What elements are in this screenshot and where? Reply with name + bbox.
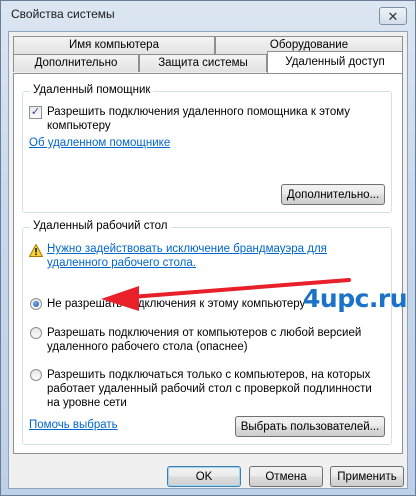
apply-button[interactable]: Применить xyxy=(330,466,404,487)
close-icon: ✕ xyxy=(387,8,399,24)
dialog-client-area: Имя компьютера Оборудование Дополнительн… xyxy=(8,31,408,489)
help-me-choose-link[interactable]: Помочь выбрать xyxy=(29,418,118,432)
radio-deny-connections[interactable] xyxy=(30,298,42,310)
annotation-arrow-icon xyxy=(101,278,351,311)
group-title-remote-assistance: Удаленный помощник xyxy=(30,84,154,96)
ok-button[interactable]: OK xyxy=(167,466,241,487)
system-properties-window: Свойства системы ✕ Имя компьютера Оборуд… xyxy=(0,0,416,496)
group-title-remote-desktop: Удаленный рабочий стол xyxy=(30,220,171,232)
cancel-button[interactable]: Отмена xyxy=(249,466,323,487)
close-button[interactable]: ✕ xyxy=(379,7,407,25)
tab-computer-name[interactable]: Имя компьютера xyxy=(13,36,215,54)
warning-icon xyxy=(29,244,43,257)
radio-allow-any-version[interactable] xyxy=(30,327,42,339)
allow-remote-assistance-checkbox[interactable]: ✓ xyxy=(29,106,42,119)
firewall-exception-link[interactable]: Нужно задействовать исключение брандмауэ… xyxy=(47,242,377,270)
advanced-button[interactable]: Дополнительно... xyxy=(281,184,385,205)
allow-remote-assistance-label: Разрешить подключения удаленного помощни… xyxy=(47,106,351,132)
tab-panel-remote: Удаленный помощник ✓ Разрешить подключен… xyxy=(13,73,403,454)
tab-advanced[interactable]: Дополнительно xyxy=(13,54,139,72)
title-bar[interactable]: Свойства системы ✕ xyxy=(1,1,415,31)
remote-assistance-group: Удаленный помощник ✓ Разрешить подключен… xyxy=(22,84,392,213)
radio-allow-nla-only-label: Разрешить подключаться только с компьюте… xyxy=(47,369,372,409)
about-remote-assistance-link[interactable]: Об удаленном помощнике xyxy=(29,136,170,150)
radio-allow-any-version-label: Разрешать подключения от компьютеров с л… xyxy=(47,327,362,353)
remote-desktop-group: Удаленный рабочий стол Нужно задействова… xyxy=(22,220,392,445)
checkmark-icon: ✓ xyxy=(30,106,41,118)
tab-remote[interactable]: Удаленный доступ xyxy=(267,51,403,73)
radio-allow-nla-only[interactable] xyxy=(30,369,42,381)
window-title: Свойства системы xyxy=(11,7,115,21)
select-users-button[interactable]: Выбрать пользователей... xyxy=(235,416,385,437)
tab-system-protection[interactable]: Защита системы xyxy=(139,54,267,72)
